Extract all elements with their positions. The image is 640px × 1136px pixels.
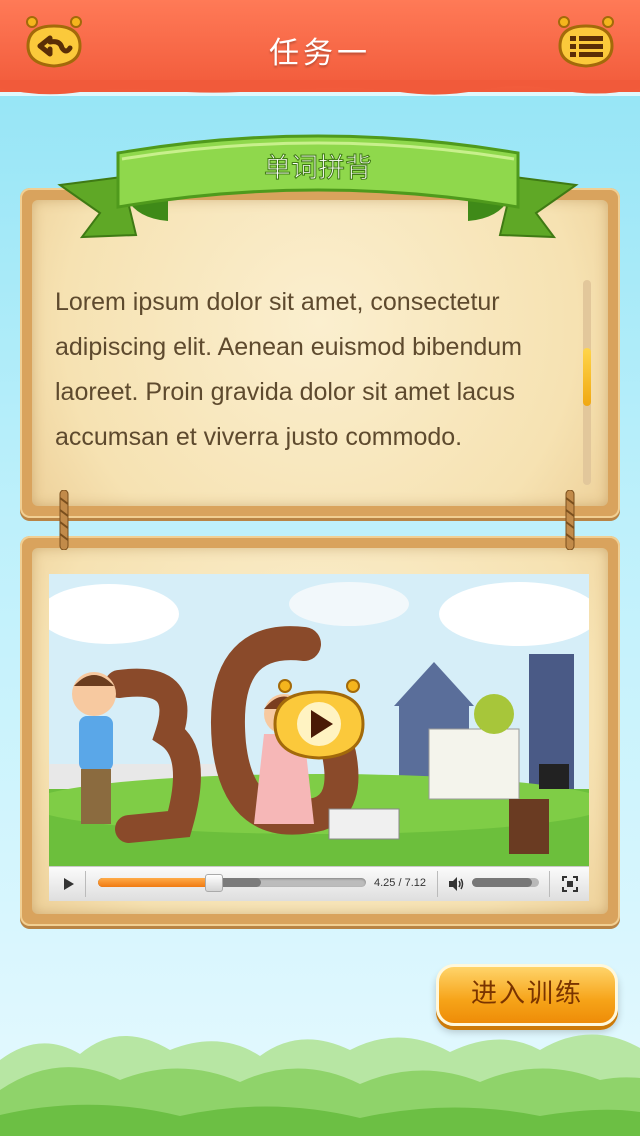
menu-button[interactable] [554,12,618,76]
app-header: 任务一 [0,0,640,95]
play-badge-icon [273,679,365,760]
volume-button[interactable] [447,876,465,892]
progress-played [98,878,213,887]
back-arrow-icon [26,16,82,68]
scrollbar-thumb[interactable] [583,348,591,406]
controls-divider [549,871,550,897]
time-display: 4.25 / 7.12 [374,877,426,889]
controls-divider [85,871,86,897]
play-button[interactable] [61,876,77,892]
title-ribbon: 单词拼背 [57,134,579,239]
rope-right [565,490,575,550]
hills-decoration [0,1034,640,1136]
rope-left [59,490,69,550]
controls-divider [437,871,438,897]
list-menu-icon [558,16,614,68]
word-description: Lorem ipsum dolor sit amet, consectetur … [55,288,522,451]
play-icon [64,878,74,890]
speaker-icon [449,877,464,891]
header-wave-edge [0,80,640,95]
fullscreen-icon [562,876,578,892]
banner-title: 单词拼背 [264,153,372,184]
page-title: 任务一 [269,36,371,71]
video-frame[interactable] [49,574,589,866]
progress-knob[interactable] [205,874,223,892]
back-button[interactable] [22,12,86,76]
fullscreen-button[interactable] [562,876,578,892]
enter-training-button[interactable]: 进入训练 [436,964,618,1026]
video-play-overlay[interactable] [271,674,367,770]
volume-level [472,878,532,887]
